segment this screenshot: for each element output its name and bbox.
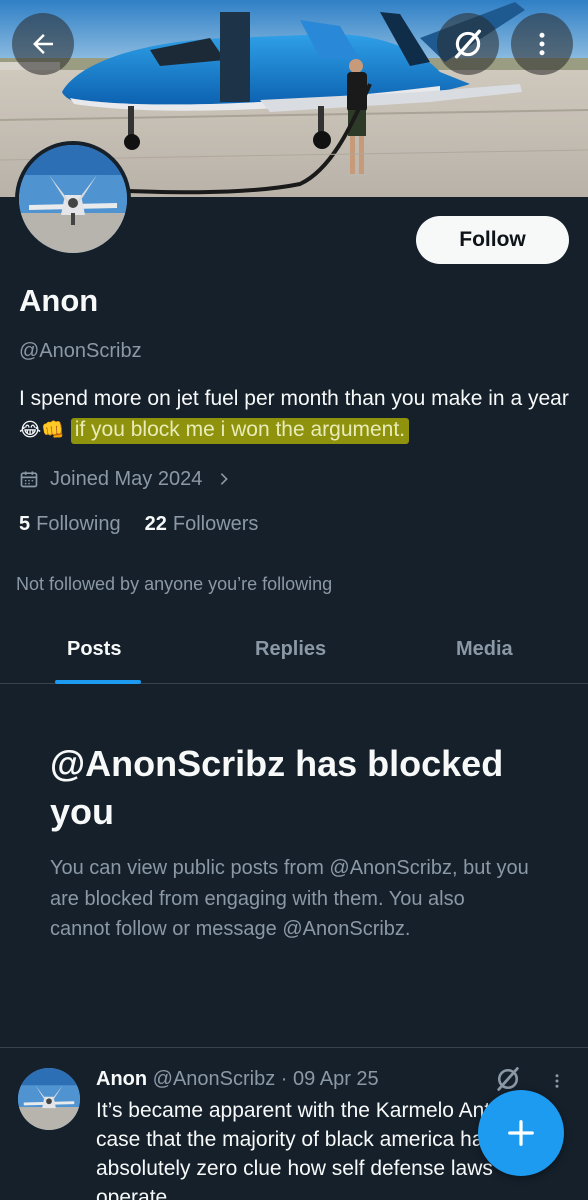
post-date[interactable]: 09 Apr 25 — [293, 1068, 379, 1090]
more-vertical-icon — [539, 32, 545, 56]
tab-media[interactable]: Media — [456, 638, 513, 661]
followers-label: Followers — [172, 513, 259, 535]
profile-bio: I spend more on jet fuel per month than … — [19, 383, 571, 446]
follow-button[interactable]: Follow — [416, 216, 569, 264]
followers-link[interactable]: 22 Followers — [145, 513, 259, 536]
following-label: Following — [36, 513, 121, 535]
profile-name: Anon — [19, 283, 99, 318]
active-tab-indicator — [55, 680, 141, 684]
profile-avatar[interactable] — [15, 141, 131, 257]
compose-post-button[interactable] — [478, 1090, 564, 1176]
followers-count: 22 — [144, 513, 167, 535]
tab-replies[interactable]: Replies — [255, 638, 326, 661]
post-author-handle[interactable]: @AnonScribz — [153, 1068, 276, 1090]
profile-page: Follow Anon @AnonScribz I spend more on … — [0, 0, 588, 1200]
avatar-plane-image — [19, 145, 127, 253]
blocked-title: @AnonScribz has blocked you — [50, 743, 504, 832]
grok-icon — [497, 1067, 519, 1091]
bio-highlighted-text: if you block me i won the argument. — [70, 418, 410, 444]
blocked-description: You can view public posts from @AnonScri… — [50, 857, 529, 940]
chevron-right-icon — [216, 470, 232, 488]
post-more-button[interactable] — [548, 1068, 566, 1099]
bio-emoji: 😂👊 — [19, 420, 65, 441]
post-separator: · — [280, 1068, 288, 1090]
plus-icon — [508, 1120, 534, 1146]
following-link[interactable]: 5 Following — [19, 513, 121, 536]
more-vertical-icon — [555, 1074, 559, 1088]
profile-tabs: Posts Replies Media — [0, 616, 588, 684]
more-options-button[interactable] — [511, 13, 573, 75]
tab-posts[interactable]: Posts — [67, 638, 121, 661]
grok-button[interactable] — [437, 13, 499, 75]
post-author-name[interactable]: Anon — [96, 1068, 147, 1090]
calendar-icon — [19, 469, 39, 489]
post-avatar-image — [18, 1068, 80, 1130]
grok-icon — [454, 29, 482, 59]
post-avatar[interactable] — [18, 1068, 80, 1130]
profile-handle: @AnonScribz — [19, 340, 142, 362]
following-count: 5 — [19, 513, 31, 535]
not-followed-notice: Not followed by anyone you’re following — [16, 574, 333, 594]
back-arrow-icon — [33, 34, 53, 54]
follow-counts: 5 Following 22 Followers — [19, 513, 258, 536]
divider — [0, 1047, 588, 1048]
post-header: Anon @AnonScribz · 09 Apr 25 — [96, 1068, 379, 1091]
joined-date-text: Joined May 2024 — [50, 467, 203, 490]
back-button[interactable] — [12, 13, 74, 75]
bio-text: I spend more on jet fuel per month than … — [19, 387, 569, 410]
joined-date-row[interactable]: Joined May 2024 — [19, 465, 232, 493]
